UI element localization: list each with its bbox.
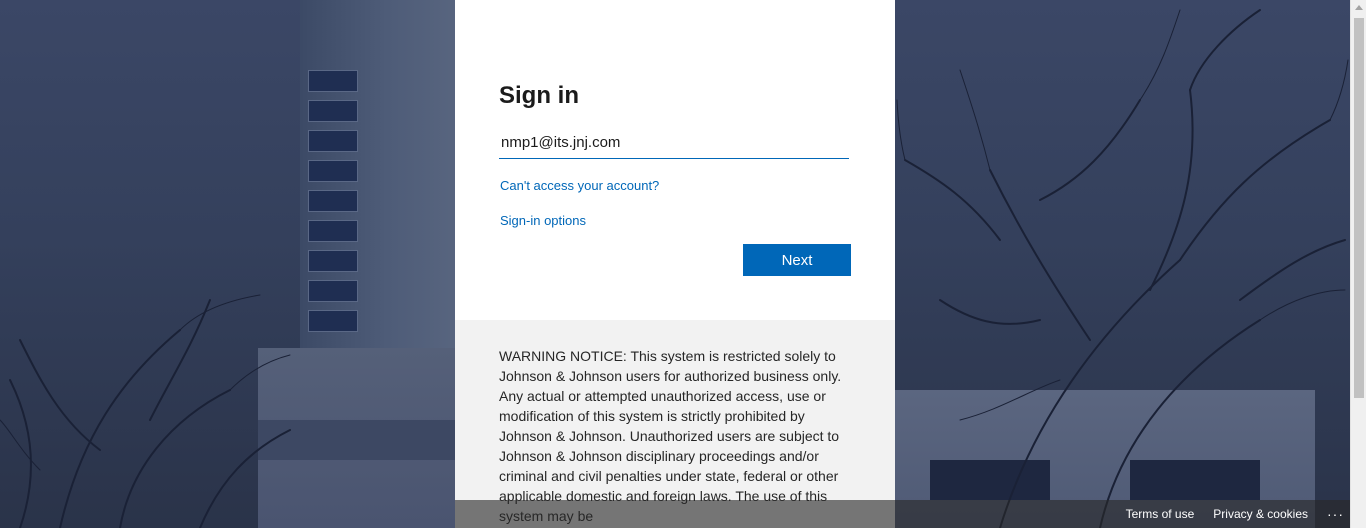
background-building-band: [258, 420, 458, 460]
background-window: [308, 160, 358, 182]
scroll-up-arrow-icon[interactable]: [1355, 5, 1363, 10]
background-window: [930, 460, 1050, 500]
next-button[interactable]: Next: [743, 244, 851, 276]
background-window: [308, 220, 358, 242]
terms-of-use-link[interactable]: Terms of use: [1126, 507, 1195, 521]
warning-notice-panel: WARNING NOTICE: This system is restricte…: [455, 320, 895, 528]
cant-access-account-link[interactable]: Can't access your account?: [500, 178, 851, 193]
scrollbar-thumb[interactable]: [1354, 18, 1364, 398]
footer-bar: Terms of use Privacy & cookies ···: [455, 500, 1350, 528]
background-window: [308, 190, 358, 212]
warning-notice-text: WARNING NOTICE: This system is restricte…: [499, 348, 842, 524]
background-window: [308, 310, 358, 332]
background-window: [308, 280, 358, 302]
background-window: [308, 70, 358, 92]
page-title: Sign in: [499, 82, 579, 109]
signin-options-link[interactable]: Sign-in options: [500, 213, 851, 228]
background-window: [308, 100, 358, 122]
background-window: [308, 250, 358, 272]
signin-card: Sign in Can't access your account? Sign-…: [455, 0, 895, 320]
email-field[interactable]: [499, 126, 849, 159]
more-options-icon[interactable]: ···: [1327, 506, 1344, 522]
vertical-scrollbar[interactable]: [1350, 0, 1366, 528]
privacy-cookies-link[interactable]: Privacy & cookies: [1213, 507, 1308, 521]
background-window: [1130, 460, 1260, 500]
background-window: [308, 130, 358, 152]
